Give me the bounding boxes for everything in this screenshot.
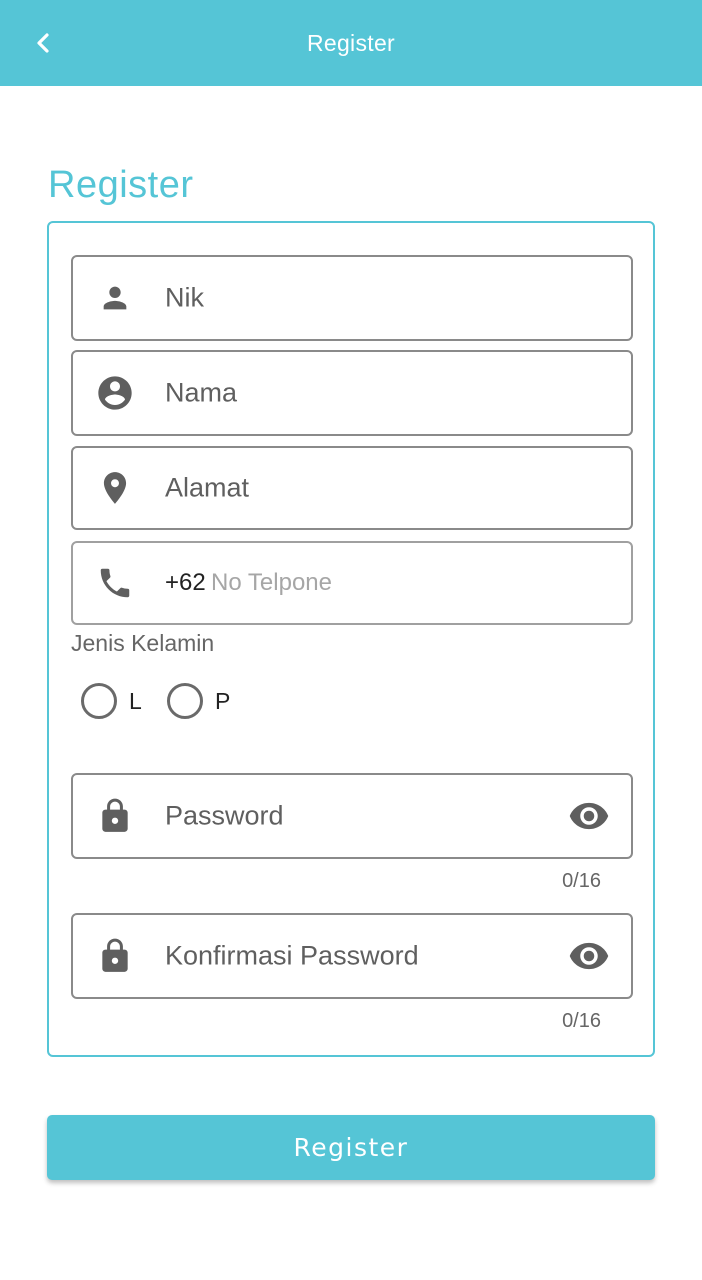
lock-icon <box>95 936 135 976</box>
gender-label: Jenis Kelamin <box>71 630 215 656</box>
phone-placeholder: No Telpone <box>211 569 332 596</box>
password-visibility-toggle[interactable] <box>567 794 611 838</box>
person-icon <box>95 278 135 318</box>
password-counter: 0/16 <box>562 870 601 892</box>
radio-label-p: P <box>215 687 231 714</box>
register-button-label: Register <box>293 1133 409 1162</box>
app-bar-title: Register <box>306 29 396 56</box>
gender-radio-l[interactable]: L <box>81 683 142 719</box>
location-pin-icon <box>95 468 135 508</box>
nama-placeholder: Nama <box>165 377 238 408</box>
app-bar: Register <box>0 0 702 86</box>
confirm-password-visibility-toggle[interactable] <box>567 934 611 978</box>
lock-icon <box>95 796 135 836</box>
confirm-password-field[interactable]: Konfirmasi Password <box>71 913 633 999</box>
back-button[interactable] <box>26 26 60 60</box>
chevron-left-icon <box>37 33 49 53</box>
confirm-password-placeholder: Konfirmasi Password <box>165 940 419 971</box>
nik-field[interactable]: Nik <box>71 255 633 341</box>
phone-icon <box>95 563 135 603</box>
radio-circle[interactable] <box>81 683 117 719</box>
page-title: Register <box>48 164 194 206</box>
account-circle-icon <box>95 373 135 413</box>
register-button[interactable]: Register <box>47 1115 655 1180</box>
password-field[interactable]: Password <box>71 773 633 859</box>
alamat-field[interactable]: Alamat <box>71 446 633 530</box>
nik-placeholder: Nik <box>165 282 204 313</box>
alamat-placeholder: Alamat <box>165 472 250 503</box>
radio-circle[interactable] <box>167 683 203 719</box>
radio-label-l: L <box>129 687 142 714</box>
confirm-password-counter: 0/16 <box>562 1010 601 1032</box>
phone-prefix: +62 <box>165 569 206 596</box>
phone-field[interactable]: +62 No Telpone <box>71 541 633 625</box>
eye-icon <box>569 802 609 830</box>
register-form-card: Nik Nama Alamat +62 No Telpone Jenis Kel… <box>47 221 655 1057</box>
eye-icon <box>569 942 609 970</box>
gender-radio-p[interactable]: P <box>167 683 230 719</box>
nama-field[interactable]: Nama <box>71 350 633 436</box>
password-placeholder: Password <box>165 800 284 831</box>
